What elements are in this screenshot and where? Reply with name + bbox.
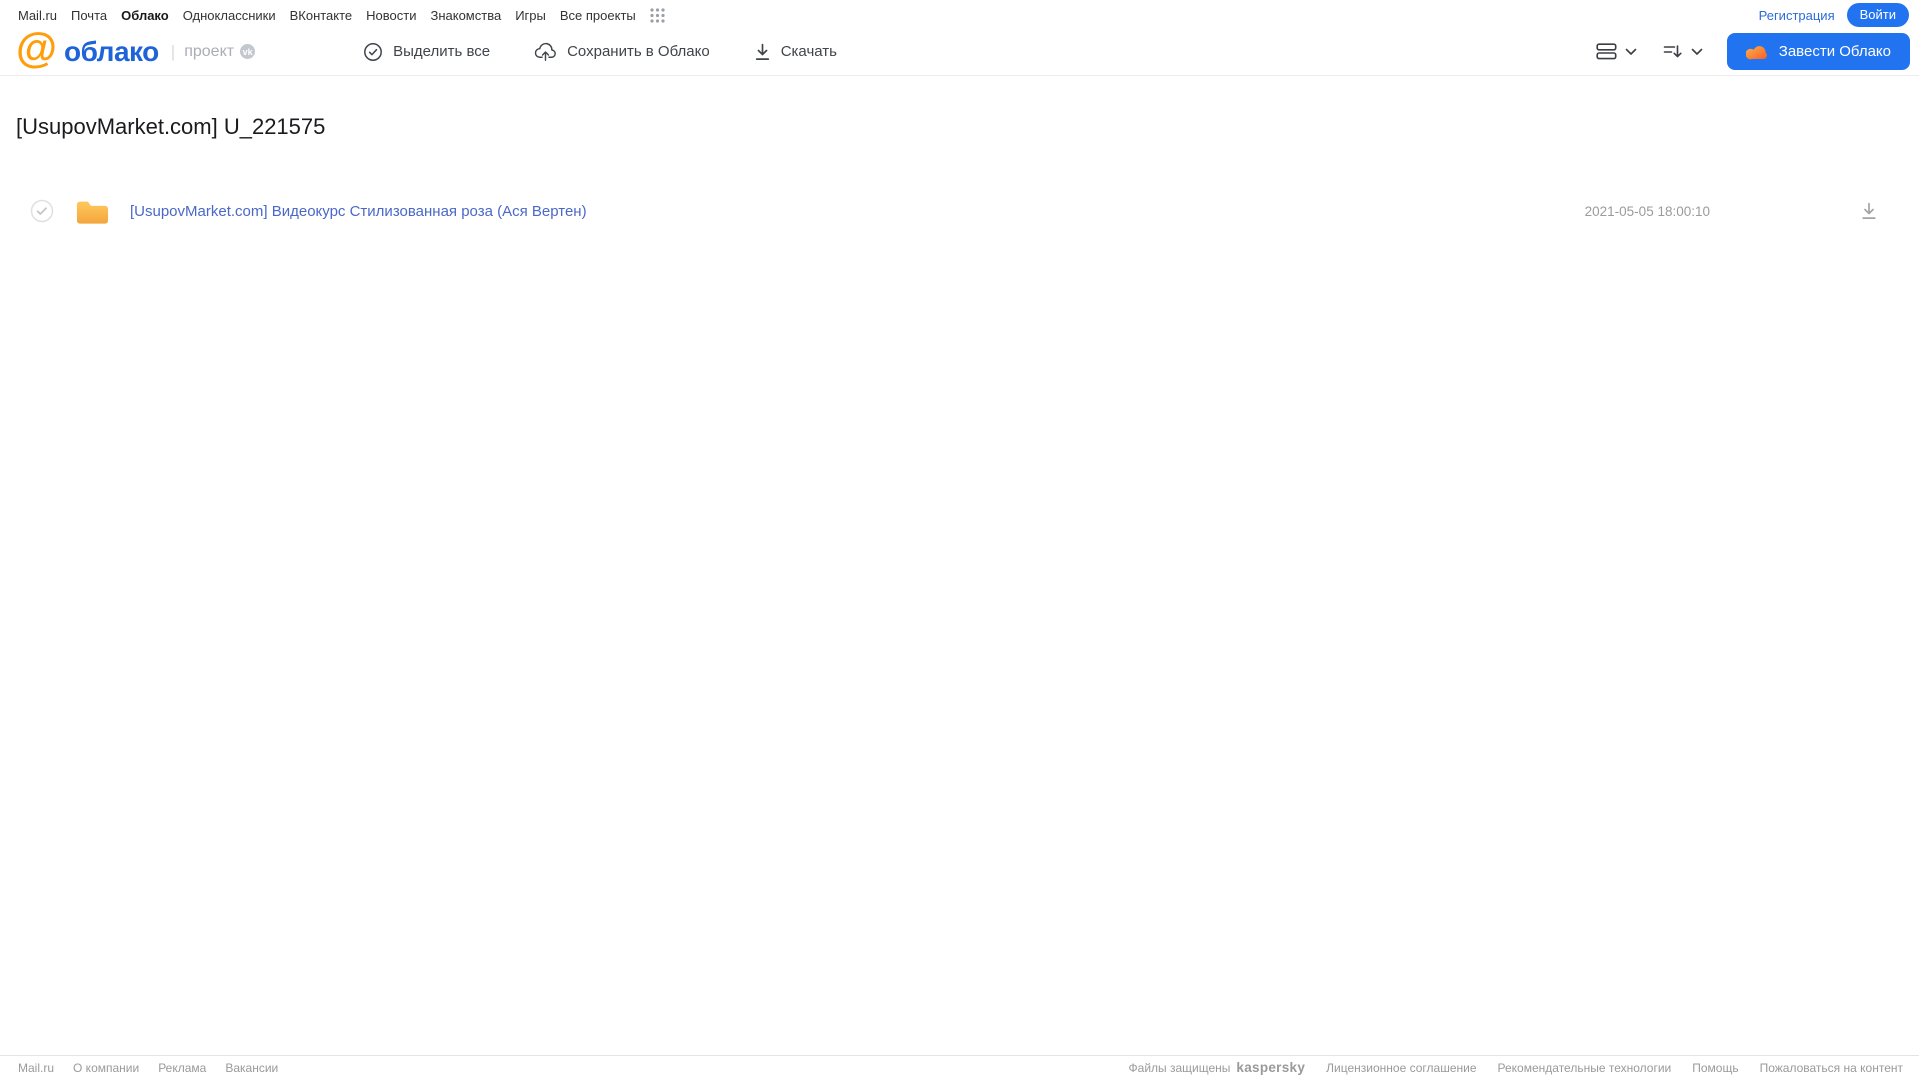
chevron-down-icon <box>1625 48 1637 56</box>
all-projects-grid-icon[interactable] <box>649 7 666 24</box>
footer-link-vakansii[interactable]: Вакансии <box>225 1061 278 1075</box>
nav-link-pochta[interactable]: Почта <box>71 8 107 23</box>
view-mode-control[interactable] <box>1596 42 1637 61</box>
save-to-cloud-button[interactable]: Сохранить в Облако <box>534 42 710 62</box>
row-download-button[interactable] <box>1860 202 1878 220</box>
sort-icon <box>1663 43 1683 60</box>
nav-link-oblako[interactable]: Облако <box>121 8 169 23</box>
download-button[interactable]: Скачать <box>754 43 837 61</box>
row-checkbox[interactable] <box>30 199 54 223</box>
create-cloud-button[interactable]: Завести Облако <box>1726 33 1910 70</box>
footer-link-mailru[interactable]: Mail.ru <box>18 1061 54 1075</box>
footer-link-o-kompanii[interactable]: О компании <box>73 1061 139 1075</box>
protected-label: Файлы защищены <box>1128 1061 1231 1075</box>
mailru-at-icon: @ <box>16 24 57 71</box>
project-label: проект <box>184 42 235 60</box>
portal-nav-auth: Регистрация Войти <box>1759 3 1909 27</box>
save-to-cloud-label: Сохранить в Облако <box>567 43 710 60</box>
nav-link-igry[interactable]: Игры <box>515 8 546 23</box>
cloud-icon <box>1745 44 1769 60</box>
chevron-down-icon <box>1691 48 1703 56</box>
nav-link-novosti[interactable]: Новости <box>366 8 416 23</box>
file-date: 2021-05-05 18:00:10 <box>1584 203 1710 219</box>
footer-link-recommend-tech[interactable]: Рекомендательные технологии <box>1498 1061 1672 1075</box>
vk-badge: vk <box>240 44 256 59</box>
cloud-logo-text: облако <box>63 35 159 67</box>
logo-separator: | <box>170 41 176 61</box>
download-icon <box>754 43 771 61</box>
page-title: [UsupovMarket.com] U_221575 <box>16 114 326 139</box>
portal-nav: Mail.ru Почта Облако Одноклассники ВКонт… <box>0 0 1919 28</box>
kaspersky-protected: Файлы защищены kaspersky <box>1129 1060 1306 1075</box>
file-row[interactable]: [UsupovMarket.com] Видеокурс Стилизованн… <box>0 189 1919 233</box>
header-right-controls: Завести Облако <box>1596 33 1910 70</box>
registration-link[interactable]: Регистрация <box>1759 8 1835 23</box>
footer-link-report-content[interactable]: Пожаловаться на контент <box>1760 1061 1903 1075</box>
select-all-label: Выделить все <box>393 43 491 60</box>
nav-link-vse-proekty[interactable]: Все проекты <box>560 8 636 23</box>
footer-left-links: Mail.ru О компании Реклама Вакансии <box>18 1061 278 1075</box>
nav-link-znakomstva[interactable]: Знакомства <box>430 8 501 23</box>
footer-link-help[interactable]: Помощь <box>1692 1061 1738 1075</box>
footer-link-license[interactable]: Лицензионное соглашение <box>1326 1061 1476 1075</box>
portal-nav-links: Mail.ru Почта Облако Одноклассники ВКонт… <box>18 7 666 24</box>
create-cloud-label: Завести Облако <box>1778 43 1891 60</box>
footer: Mail.ru О компании Реклама Вакансии Файл… <box>0 1055 1919 1079</box>
footer-link-reklama[interactable]: Реклама <box>158 1061 206 1075</box>
cloud-logo[interactable]: @ облако | проект vk <box>16 24 256 71</box>
nav-link-vkontakte[interactable]: ВКонтакте <box>290 8 353 23</box>
nav-link-mailru[interactable]: Mail.ru <box>18 8 57 23</box>
shared-folder-content: [UsupovMarket.com] U_221575 [UsupovMarke… <box>0 76 1919 233</box>
download-label: Скачать <box>780 43 837 60</box>
select-all-button[interactable]: Выделить все <box>363 42 490 62</box>
login-button[interactable]: Войти <box>1846 3 1909 27</box>
sort-control[interactable] <box>1663 43 1703 60</box>
check-circle-icon <box>363 42 383 62</box>
nav-link-odnoklassniki[interactable]: Одноклассники <box>183 8 276 23</box>
file-toolbar: Выделить все Сохранить в Облако Скачать <box>363 42 837 62</box>
file-name-link[interactable]: [UsupovMarket.com] Видеокурс Стилизованн… <box>130 203 587 220</box>
cloud-upload-icon <box>534 42 557 62</box>
footer-right-links: Файлы защищены kaspersky Лицензионное со… <box>1129 1060 1903 1075</box>
kaspersky-wordmark[interactable]: kaspersky <box>1236 1060 1305 1075</box>
list-view-icon <box>1596 42 1617 61</box>
folder-icon[interactable] <box>75 196 110 226</box>
cloud-header: @ облако | проект vk Выделить все Сохран… <box>0 24 1919 76</box>
